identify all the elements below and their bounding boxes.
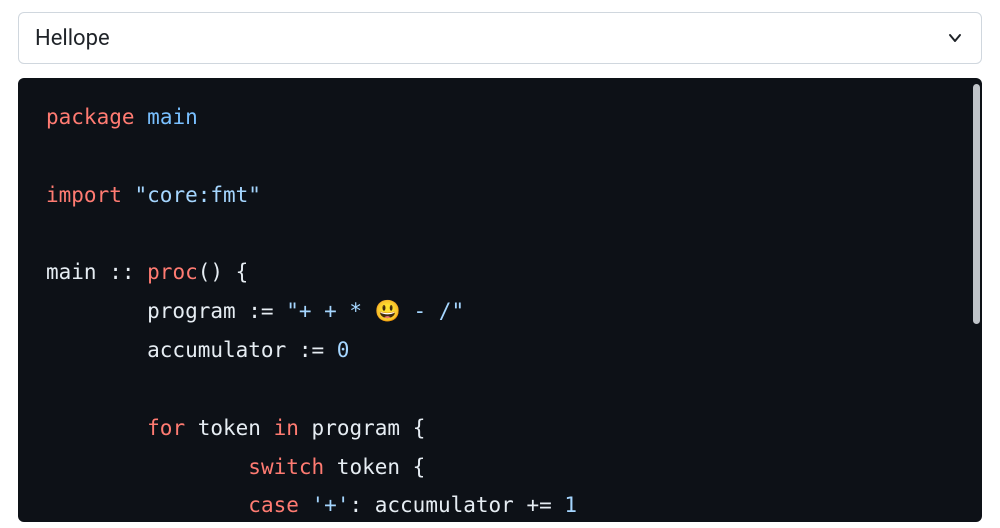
code-area: package main import "core:fmt" main :: p…: [18, 78, 982, 522]
dropdown-selected-label: Hellope: [35, 26, 110, 51]
code-block[interactable]: package main import "core:fmt" main :: p…: [18, 78, 982, 522]
example-selector-dropdown[interactable]: Hellope: [18, 12, 982, 64]
scrollbar-thumb[interactable]: [973, 84, 980, 324]
chevron-down-icon: [945, 28, 965, 48]
